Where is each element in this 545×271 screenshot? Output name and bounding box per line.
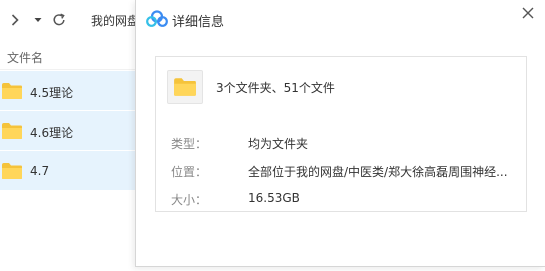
refresh-icon: [53, 13, 65, 26]
type-row: 类型： 均为文件夹: [171, 135, 516, 151]
size-label: 大小：: [171, 193, 208, 207]
file-name: 4.7: [30, 164, 50, 178]
summary-folder-tile: [167, 70, 203, 104]
cloud-logo-icon: [146, 10, 168, 27]
folder-icon: [2, 163, 22, 179]
details-panel: 3个文件夹、51个文件 类型： 均为文件夹 位置： 全部位于我的网盘/中医类/郑…: [155, 56, 527, 212]
file-list: 4.5理论 4.6理论 4.7: [0, 71, 135, 191]
details-dialog: 详细信息 3个文件夹、51个文件 类型： 均为文件夹 位置： 全部位于我的网盘/…: [135, 0, 545, 267]
close-button[interactable]: [519, 4, 537, 22]
forward-button[interactable]: [8, 10, 22, 30]
size-row: 大小： 16.53GB: [171, 191, 516, 207]
file-name: 4.6理论: [30, 126, 74, 140]
location-value[interactable]: 全部位于我的网盘/中医类/郑大徐高磊周围神经...: [248, 163, 516, 180]
folder-icon: [2, 123, 22, 139]
list-item[interactable]: 4.6理论: [0, 111, 135, 151]
list-item[interactable]: 4.5理论: [0, 71, 135, 111]
folder-icon: [2, 83, 22, 99]
type-label: 类型：: [171, 137, 208, 151]
history-dropdown-button[interactable]: [33, 10, 43, 30]
caret-down-icon: [34, 18, 42, 22]
size-value: 16.53GB: [248, 191, 300, 205]
refresh-button[interactable]: [51, 10, 67, 30]
breadcrumb[interactable]: 我的网盘: [91, 12, 139, 29]
list-item[interactable]: 4.7: [0, 151, 135, 191]
location-row: 位置： 全部位于我的网盘/中医类/郑大徐高磊周围神经...: [171, 163, 516, 179]
folder-icon: [174, 78, 196, 96]
type-value: 均为文件夹: [248, 137, 309, 151]
close-icon: [522, 7, 534, 19]
dialog-title: 详细信息: [172, 15, 225, 30]
selection-summary: 3个文件夹、51个文件: [216, 81, 335, 95]
location-label: 位置：: [171, 165, 208, 179]
chevron-right-icon: [11, 14, 19, 26]
column-header-filename[interactable]: 文件名: [7, 49, 43, 66]
file-name: 4.5理论: [30, 86, 74, 100]
